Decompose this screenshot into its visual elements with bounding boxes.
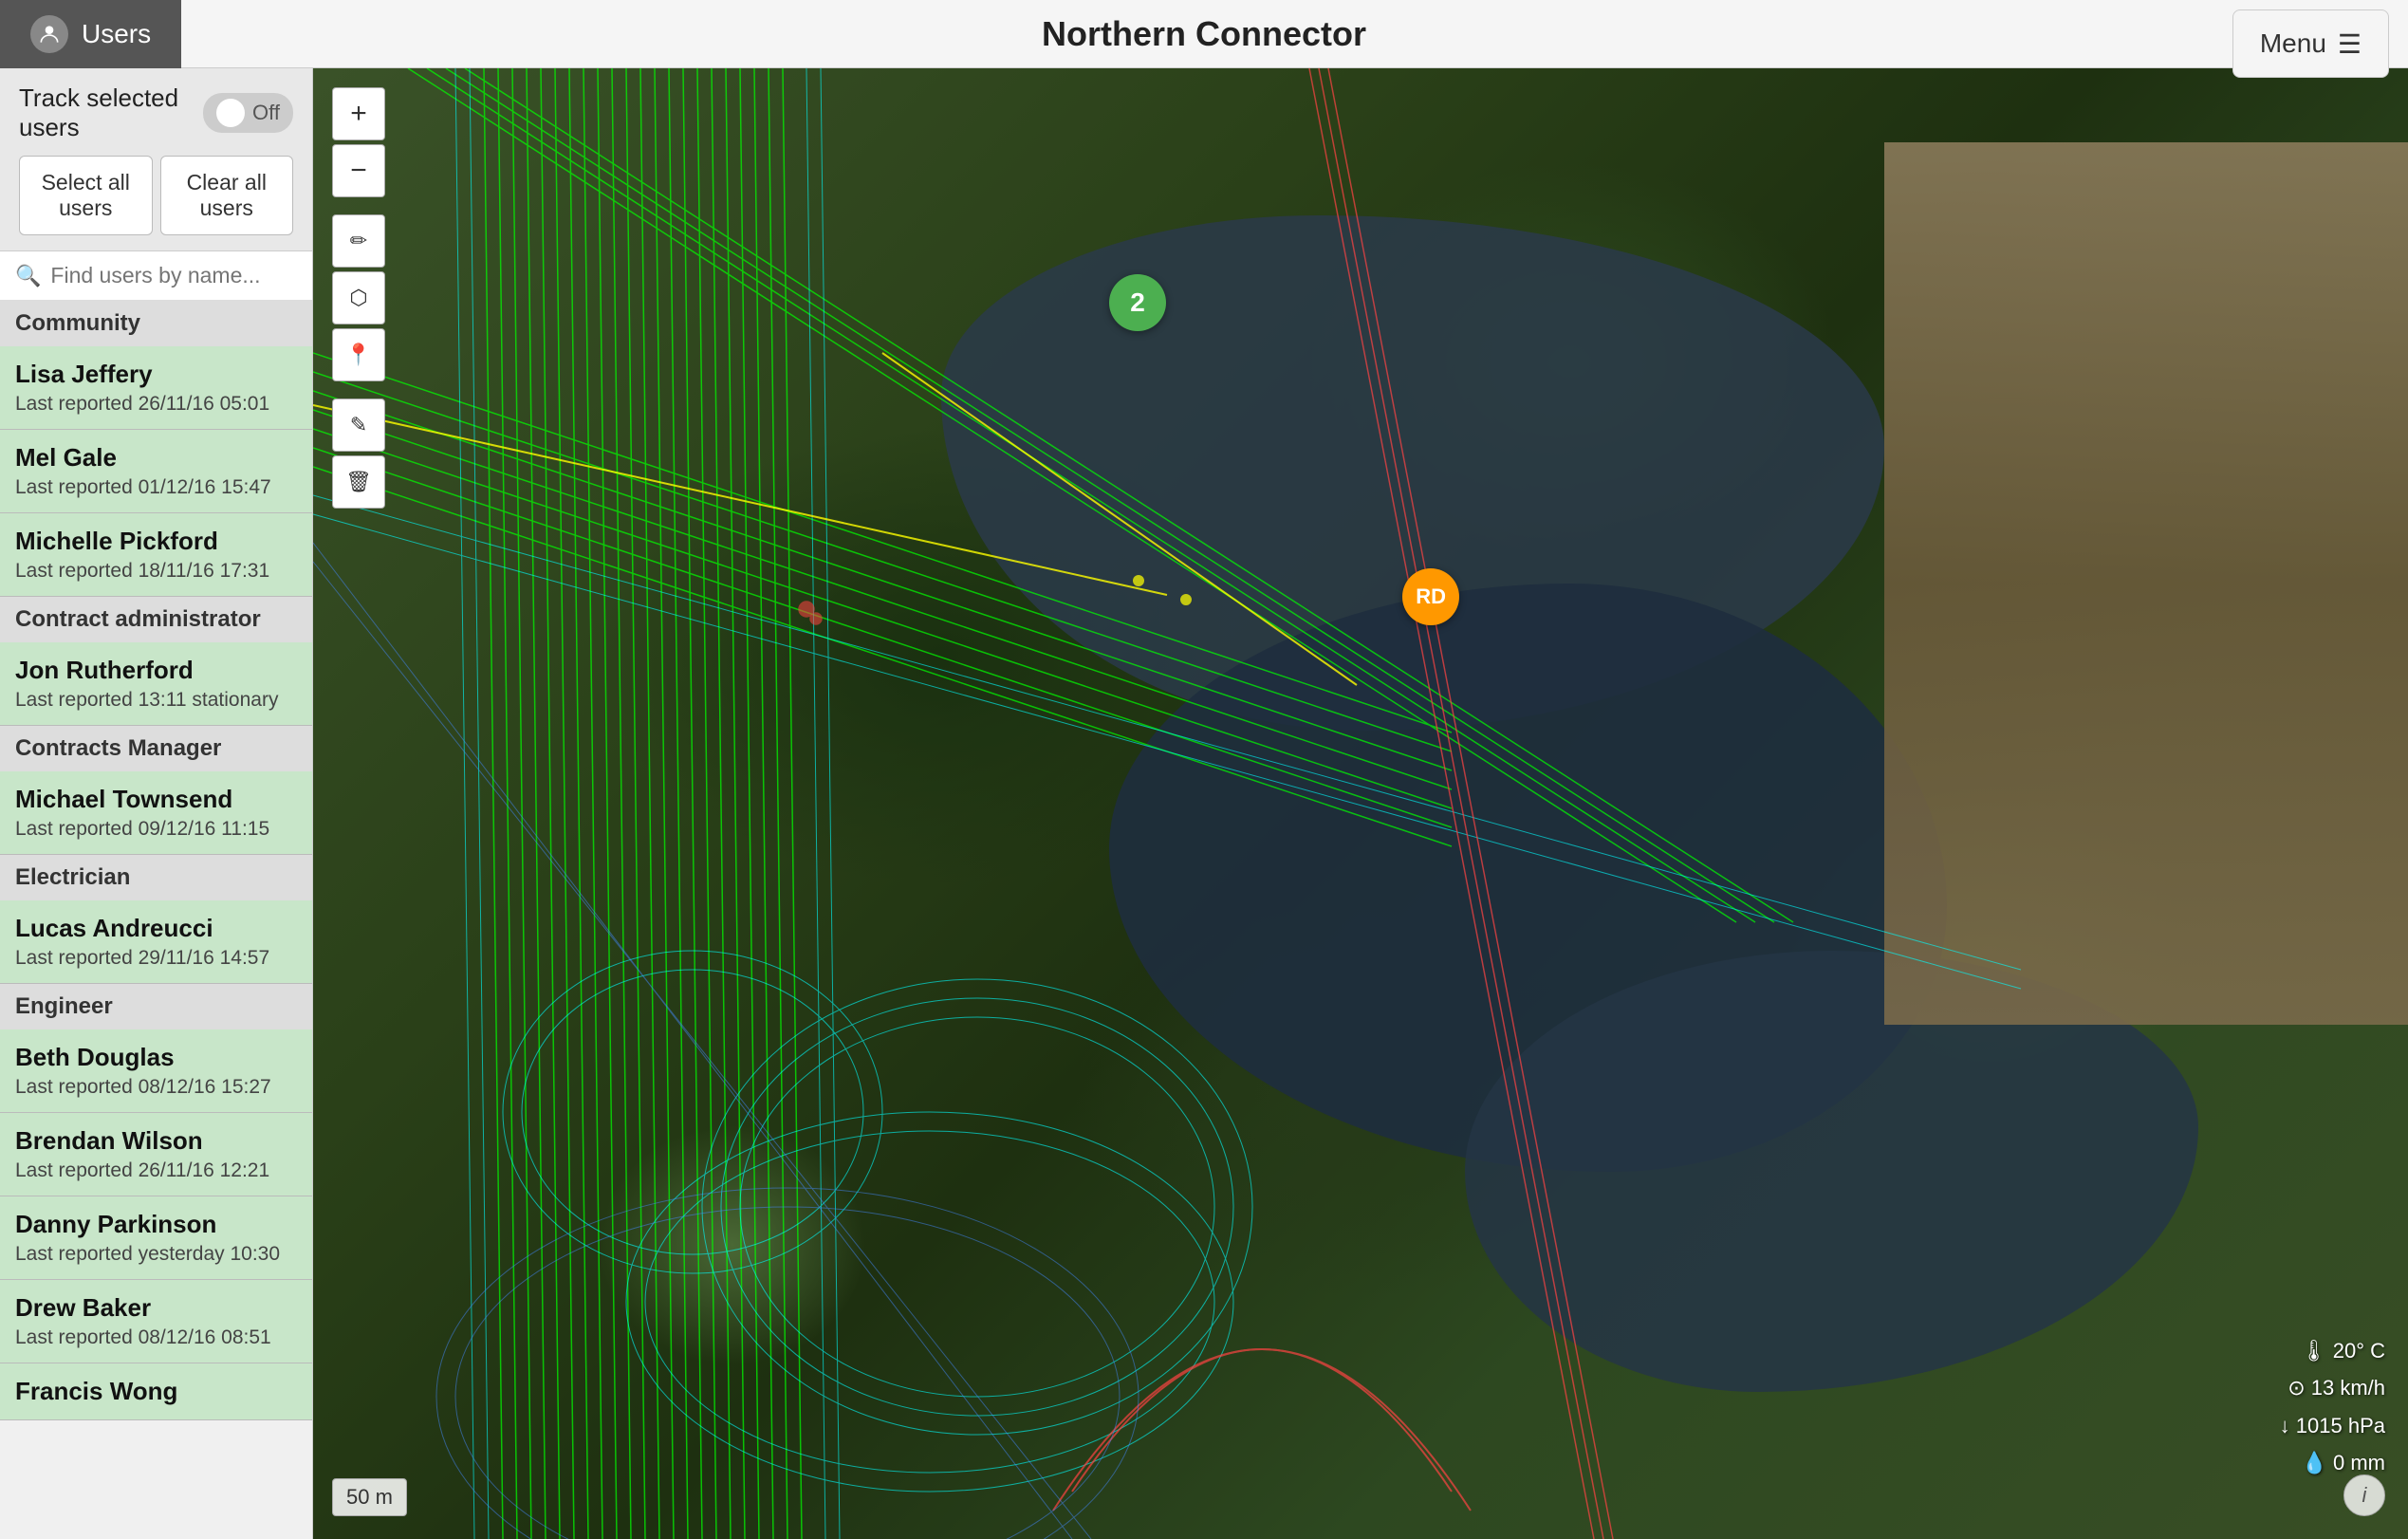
header: Users Northern Connector Menu ☰ bbox=[0, 0, 2408, 68]
menu-button[interactable]: Menu ☰ bbox=[2232, 9, 2389, 78]
user-name: Francis Wong bbox=[15, 1377, 297, 1406]
user-name: Mel Gale bbox=[15, 443, 297, 473]
temperature: 🌡 20° C bbox=[2280, 1332, 2385, 1370]
user-name: Jon Rutherford bbox=[15, 656, 297, 685]
user-item[interactable]: Francis Wong bbox=[0, 1363, 312, 1420]
pin-button[interactable]: 📍 bbox=[332, 328, 385, 381]
toggle-label: Off bbox=[252, 101, 280, 125]
draw-polygon-button[interactable]: ⬡ bbox=[332, 271, 385, 324]
category-header: Community bbox=[0, 301, 312, 346]
map-area: + − ✏ ⬡ 📍 ✎ 🗑 2 RD 50 m 🌡 20° C ⊙ 13 km/… bbox=[313, 68, 2408, 1539]
info-icon: i bbox=[2362, 1483, 2367, 1508]
user-status: Last reported 13:11 stationary bbox=[15, 689, 297, 712]
user-status: Last reported 26/11/16 12:21 bbox=[15, 1159, 297, 1182]
track-toggle[interactable]: Off bbox=[203, 93, 293, 133]
user-name: Danny Parkinson bbox=[15, 1210, 297, 1239]
user-item[interactable]: Michelle Pickford Last reported 18/11/16 … bbox=[0, 513, 312, 597]
menu-button-label: Menu bbox=[2260, 28, 2326, 59]
category-header: Contract administrator bbox=[0, 597, 312, 642]
user-item[interactable]: Jon Rutherford Last reported 13:11 statio… bbox=[0, 642, 312, 726]
user-name: Brendan Wilson bbox=[15, 1126, 297, 1156]
user-item[interactable]: Danny Parkinson Last reported yesterday 1… bbox=[0, 1196, 312, 1280]
user-name: Michelle Pickford bbox=[15, 527, 297, 556]
wind: ⊙ 13 km/h bbox=[2280, 1369, 2385, 1407]
map-background: + − ✏ ⬡ 📍 ✎ 🗑 2 RD 50 m 🌡 20° C ⊙ 13 km/… bbox=[313, 68, 2408, 1539]
user-name: Drew Baker bbox=[15, 1293, 297, 1323]
user-status: Last reported 29/11/16 14:57 bbox=[15, 947, 297, 970]
scale-bar: 50 m bbox=[332, 1478, 407, 1516]
user-item[interactable]: Mel Gale Last reported 01/12/16 15:47 bbox=[0, 430, 312, 513]
marker-green-2[interactable]: 2 bbox=[1109, 274, 1166, 331]
user-name: Lisa Jeffery bbox=[15, 360, 297, 389]
user-status: Last reported yesterday 10:30 bbox=[15, 1243, 297, 1266]
user-item[interactable]: Drew Baker Last reported 08/12/16 08:51 bbox=[0, 1280, 312, 1363]
user-item[interactable]: Brendan Wilson Last reported 26/11/16 12:… bbox=[0, 1113, 312, 1196]
sand-area bbox=[1884, 142, 2408, 1025]
avatar-icon bbox=[30, 15, 68, 53]
page-title: Northern Connector bbox=[1042, 14, 1366, 54]
zoom-in-button[interactable]: + bbox=[332, 87, 385, 140]
clear-all-button[interactable]: Clear all users bbox=[160, 156, 294, 235]
user-status: Last reported 08/12/16 15:27 bbox=[15, 1076, 297, 1099]
weather-widget: 🌡 20° C ⊙ 13 km/h ↓ 1015 hPa 💧 0 mm bbox=[2280, 1332, 2385, 1482]
user-status: Last reported 18/11/16 17:31 bbox=[15, 560, 297, 583]
scale-label: 50 m bbox=[346, 1485, 393, 1509]
track-row: Track selected users Off bbox=[19, 83, 293, 142]
search-row: 🔍 bbox=[0, 251, 312, 301]
action-buttons: Select all users Clear all users bbox=[19, 156, 293, 235]
sidebar: Track selected users Off Select all user… bbox=[0, 68, 313, 1539]
user-list: Community Lisa Jeffery Last reported 26/11… bbox=[0, 301, 312, 1420]
map-controls: + − ✏ ⬡ 📍 ✎ 🗑 bbox=[332, 87, 385, 509]
track-label: Track selected users bbox=[19, 83, 203, 142]
hamburger-icon: ☰ bbox=[2338, 28, 2362, 60]
marker-label: RD bbox=[1416, 584, 1446, 609]
draw-line-button[interactable]: ✏ bbox=[332, 214, 385, 268]
user-status: Last reported 26/11/16 05:01 bbox=[15, 393, 297, 416]
search-input[interactable] bbox=[50, 263, 297, 288]
zoom-out-button[interactable]: − bbox=[332, 144, 385, 197]
category-header: Electrician bbox=[0, 855, 312, 900]
user-name: Beth Douglas bbox=[15, 1043, 297, 1072]
marker-label: 2 bbox=[1130, 287, 1145, 318]
user-name: Lucas Andreucci bbox=[15, 914, 297, 943]
user-item[interactable]: Michael Townsend Last reported 09/12/16 1… bbox=[0, 771, 312, 855]
user-status: Last reported 08/12/16 08:51 bbox=[15, 1326, 297, 1349]
edit-button[interactable]: ✎ bbox=[332, 399, 385, 452]
user-item[interactable]: Lisa Jeffery Last reported 26/11/16 05:01 bbox=[0, 346, 312, 430]
delete-button[interactable]: 🗑 bbox=[332, 455, 385, 509]
category-header: Engineer bbox=[0, 984, 312, 1029]
user-item[interactable]: Lucas Andreucci Last reported 29/11/16 14… bbox=[0, 900, 312, 984]
user-item[interactable]: Beth Douglas Last reported 08/12/16 15:27 bbox=[0, 1029, 312, 1113]
select-all-button[interactable]: Select all users bbox=[19, 156, 153, 235]
users-button-label: Users bbox=[82, 19, 151, 49]
marker-orange-rd[interactable]: RD bbox=[1402, 568, 1459, 625]
sidebar-toolbar: Track selected users Off Select all user… bbox=[0, 68, 312, 251]
users-button[interactable]: Users bbox=[0, 0, 181, 68]
user-status: Last reported 09/12/16 11:15 bbox=[15, 818, 297, 841]
user-name: Michael Townsend bbox=[15, 785, 297, 814]
toggle-thumb bbox=[216, 99, 245, 127]
pressure: ↓ 1015 hPa bbox=[2280, 1407, 2385, 1445]
info-button[interactable]: i bbox=[2343, 1474, 2385, 1516]
user-status: Last reported 01/12/16 15:47 bbox=[15, 476, 297, 499]
search-icon: 🔍 bbox=[15, 264, 41, 288]
category-header: Contracts Manager bbox=[0, 726, 312, 771]
